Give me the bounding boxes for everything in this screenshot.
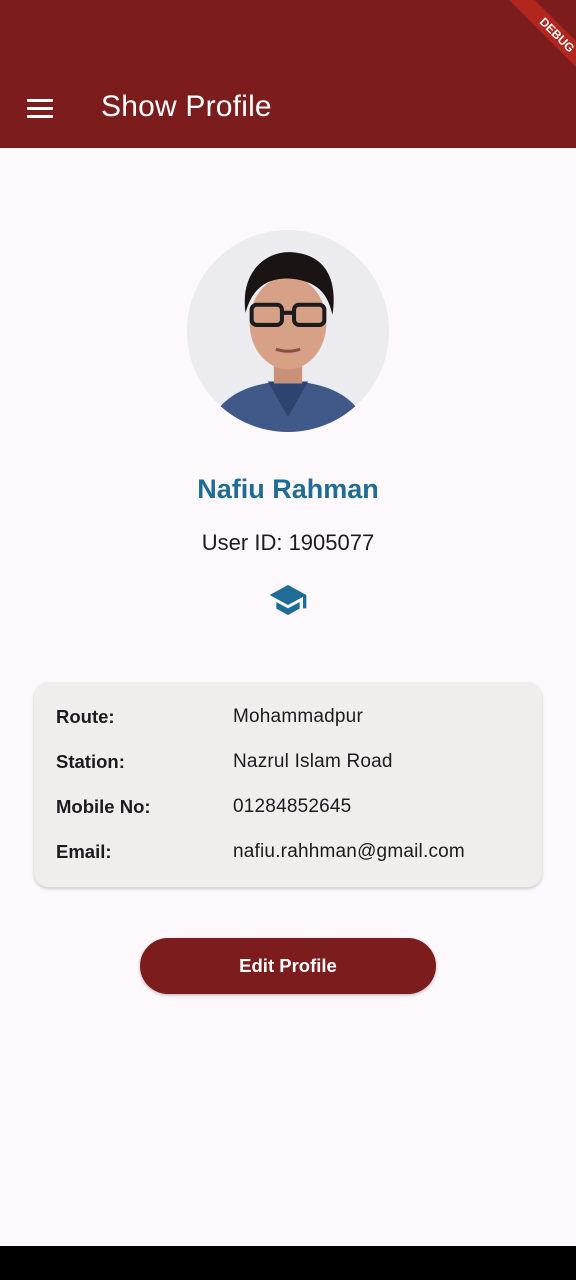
email-label: Email: bbox=[56, 841, 112, 862]
route-value: Mohammadpur bbox=[233, 706, 363, 727]
route-row: Route: Mohammadpur bbox=[56, 706, 526, 732]
email-row: Email: nafiu.rahhman@gmail.com bbox=[56, 841, 526, 867]
page-title: Show Profile bbox=[101, 90, 272, 123]
school-icon bbox=[269, 585, 307, 615]
app-bar: Show Profile bbox=[0, 0, 576, 148]
edit-profile-button[interactable]: Edit Profile bbox=[140, 938, 436, 994]
station-row: Station: Nazrul Islam Road bbox=[56, 751, 526, 777]
info-card: Route: Mohammadpur Station: Nazrul Islam… bbox=[34, 682, 542, 887]
user-name: Nafiu Rahman bbox=[197, 474, 379, 504]
profile-photo bbox=[187, 230, 389, 432]
user-id: User ID: 1905077 bbox=[201, 530, 375, 555]
mobile-row: Mobile No: 01284852645 bbox=[56, 796, 526, 822]
menu-icon[interactable] bbox=[18, 86, 62, 130]
mobile-value: 01284852645 bbox=[233, 796, 352, 817]
avatar bbox=[187, 230, 389, 432]
system-nav-bar bbox=[0, 1246, 576, 1280]
station-value: Nazrul Islam Road bbox=[233, 751, 393, 772]
mobile-label: Mobile No: bbox=[56, 796, 151, 817]
email-value: nafiu.rahhman@gmail.com bbox=[233, 841, 465, 862]
route-label: Route: bbox=[56, 706, 115, 727]
station-label: Station: bbox=[56, 751, 125, 772]
